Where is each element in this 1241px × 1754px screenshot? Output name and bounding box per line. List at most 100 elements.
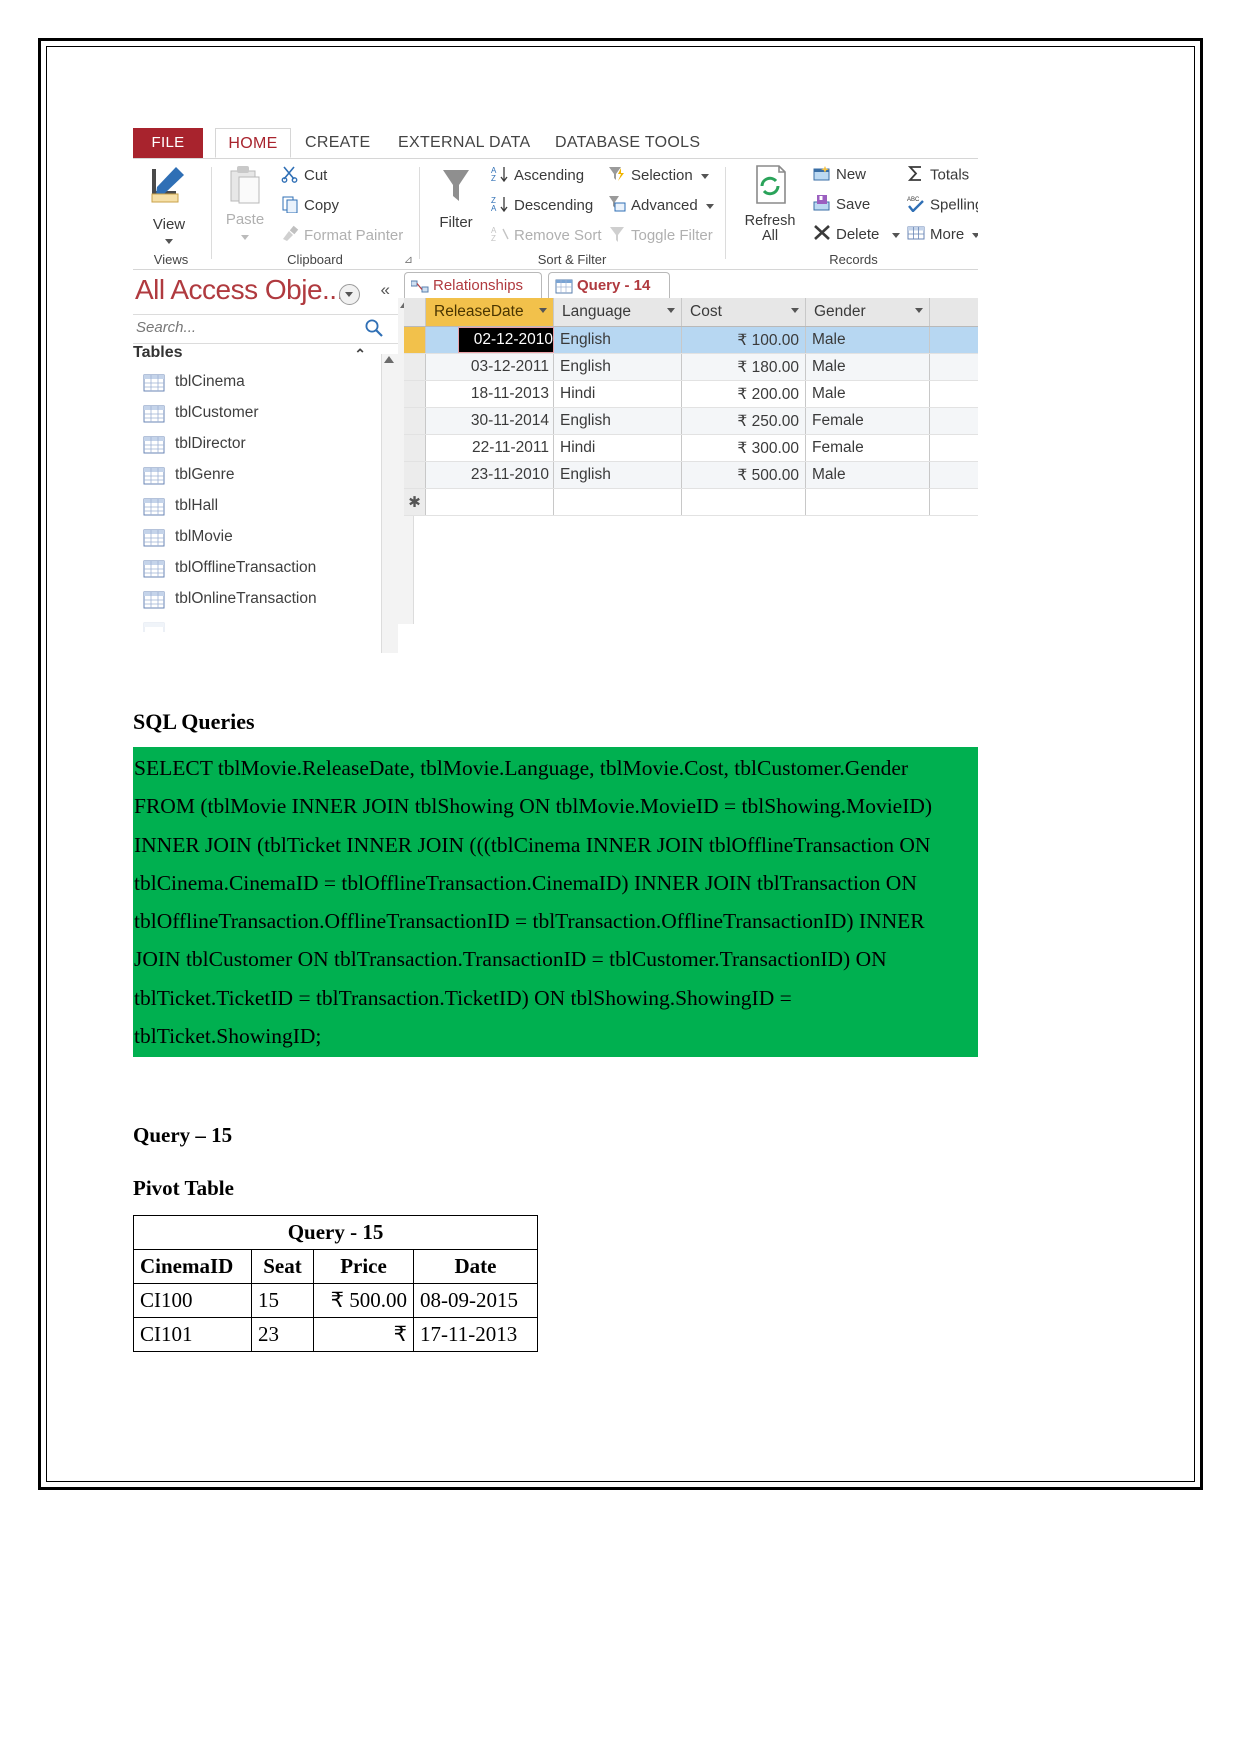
more-caret-icon[interactable] — [972, 232, 978, 238]
selection-caret-icon[interactable] — [700, 173, 709, 179]
remove-sort-button[interactable]: AZ Remove Sort — [491, 225, 602, 247]
descending-button[interactable]: ZA Descending — [491, 195, 593, 217]
new-record-marker[interactable]: ✱ — [404, 489, 426, 515]
search-input[interactable]: Search... — [136, 319, 196, 336]
doc-tab-relationships[interactable]: Relationships — [404, 272, 542, 298]
ascending-button[interactable]: AZ Ascending — [491, 165, 584, 187]
table-list-item[interactable]: tblCinema — [133, 370, 398, 401]
cell-cost[interactable]: ₹ 500.00 — [682, 462, 806, 488]
clipboard-dialog-launcher-icon[interactable]: ⊿ — [404, 253, 413, 266]
table-row[interactable]: 03-12-2011 English ₹ 180.00 Male — [404, 354, 978, 381]
view-caret-icon[interactable] — [165, 239, 173, 245]
search-icon[interactable] — [364, 318, 384, 343]
collapse-pane-icon[interactable]: « — [381, 280, 390, 300]
cut-button[interactable]: Cut — [281, 165, 327, 187]
table-row[interactable]: 02-12-2010 English ₹ 100.00 Male — [404, 327, 978, 354]
tab-external-data[interactable]: EXTERNAL DATA — [398, 128, 531, 158]
cell-cost[interactable]: ₹ 250.00 — [682, 408, 806, 434]
chevron-down-icon[interactable] — [667, 308, 675, 313]
cell-language[interactable]: English — [554, 408, 682, 434]
column-header-language[interactable]: Language — [554, 298, 682, 326]
tab-create[interactable]: CREATE — [305, 128, 371, 158]
row-selector[interactable] — [404, 435, 426, 461]
scroll-up-icon[interactable] — [384, 356, 394, 363]
table-list-item[interactable]: tblGenre — [133, 463, 398, 494]
table-row[interactable]: 22-11-2011 Hindi ₹ 300.00 Female — [404, 435, 978, 462]
cell-releasedate[interactable]: 23-11-2010 — [426, 462, 554, 488]
table-list-item[interactable]: tblOnlineTransaction — [133, 587, 398, 618]
table-row[interactable]: 30-11-2014 English ₹ 250.00 Female — [404, 408, 978, 435]
advanced-caret-icon[interactable] — [705, 203, 714, 209]
table-list-item[interactable]: tblOfflineTransaction — [133, 556, 398, 587]
cell-gender[interactable]: Male — [806, 327, 930, 353]
delete-record-button[interactable]: Delete — [813, 225, 900, 245]
filter-button[interactable]: Filter — [429, 165, 483, 231]
cell-cost-blank[interactable] — [682, 489, 806, 515]
cell-releasedate[interactable]: 02-12-2010 — [458, 327, 554, 353]
delete-caret-icon[interactable] — [891, 232, 900, 238]
cell-cost[interactable]: ₹ 180.00 — [682, 354, 806, 380]
table-list-item[interactable]: tblCustomer — [133, 401, 398, 432]
cell-gender[interactable]: Male — [806, 381, 930, 407]
row-selector[interactable] — [404, 381, 426, 407]
paste-caret-icon[interactable] — [241, 234, 249, 240]
navigation-search-row[interactable]: Search... — [133, 315, 398, 344]
cell-language[interactable]: English — [554, 462, 682, 488]
table-row[interactable]: 18-11-2013 Hindi ₹ 200.00 Male — [404, 381, 978, 408]
refresh-all-button[interactable]: Refresh All — [737, 163, 803, 244]
more-button[interactable]: More — [907, 225, 978, 245]
cell-cost[interactable]: ₹ 200.00 — [682, 381, 806, 407]
navigation-dropdown-icon[interactable] — [339, 284, 360, 305]
format-painter-button[interactable]: Format Painter — [281, 225, 403, 247]
cell-gender[interactable]: Male — [806, 462, 930, 488]
save-record-button[interactable]: Save — [813, 195, 870, 215]
table-list-item[interactable]: tblHall — [133, 494, 398, 525]
chevron-down-icon[interactable] — [791, 308, 799, 313]
table-list-item[interactable]: tblMovie — [133, 525, 398, 556]
cell-gender-blank[interactable] — [806, 489, 930, 515]
cell-language[interactable]: Hindi — [554, 435, 682, 461]
column-header-cost[interactable]: Cost — [682, 298, 806, 326]
table-list-item-partial[interactable] — [133, 618, 398, 632]
cell-releasedate[interactable]: 18-11-2013 — [426, 381, 554, 407]
cell-language-blank[interactable] — [554, 489, 682, 515]
cell-gender[interactable]: Male — [806, 354, 930, 380]
navigation-scrollbar[interactable] — [381, 354, 398, 653]
table-list-item[interactable]: tblDirector — [133, 432, 398, 463]
new-record-button[interactable]: New — [813, 165, 866, 185]
doc-tab-query-14[interactable]: Query - 14 — [548, 272, 670, 298]
chevron-up-icon[interactable]: ⌃ — [354, 346, 366, 363]
cell-language[interactable]: English — [554, 327, 682, 353]
row-selector[interactable] — [404, 327, 426, 353]
totals-button[interactable]: Totals — [907, 165, 969, 186]
cell-releasedate[interactable]: 30-11-2014 — [426, 408, 554, 434]
cell-releasedate[interactable]: 03-12-2011 — [426, 354, 554, 380]
paste-button[interactable]: Paste — [217, 163, 273, 245]
table-row[interactable]: 23-11-2010 English ₹ 500.00 Male — [404, 462, 978, 489]
cell-gender[interactable]: Female — [806, 408, 930, 434]
tab-home[interactable]: HOME — [215, 128, 291, 158]
column-header-gender[interactable]: Gender — [806, 298, 930, 326]
cell-cost[interactable]: ₹ 300.00 — [682, 435, 806, 461]
tab-file[interactable]: FILE — [133, 128, 203, 158]
cell-releasedate[interactable]: 22-11-2011 — [426, 435, 554, 461]
view-button[interactable]: View — [141, 163, 197, 251]
new-record-row[interactable]: ✱ — [404, 489, 978, 516]
spelling-button[interactable]: ABC Spelling — [907, 195, 978, 216]
copy-button[interactable]: Copy — [281, 195, 339, 217]
advanced-button[interactable]: Advanced — [608, 195, 714, 217]
column-header-releasedate[interactable]: ReleaseDate — [426, 298, 554, 326]
select-all-cell[interactable] — [404, 298, 426, 326]
cell-releasedate-blank[interactable] — [426, 489, 554, 515]
chevron-down-icon[interactable] — [915, 308, 923, 313]
cell-cost[interactable]: ₹ 100.00 — [682, 327, 806, 353]
row-selector[interactable] — [404, 354, 426, 380]
tab-database-tools[interactable]: DATABASE TOOLS — [555, 128, 700, 158]
toggle-filter-button[interactable]: Toggle Filter — [608, 225, 713, 247]
row-selector[interactable] — [404, 408, 426, 434]
chevron-down-icon[interactable] — [539, 308, 547, 313]
selection-button[interactable]: Selection — [608, 165, 709, 187]
cell-language[interactable]: Hindi — [554, 381, 682, 407]
cell-language[interactable]: English — [554, 354, 682, 380]
row-selector[interactable] — [404, 462, 426, 488]
